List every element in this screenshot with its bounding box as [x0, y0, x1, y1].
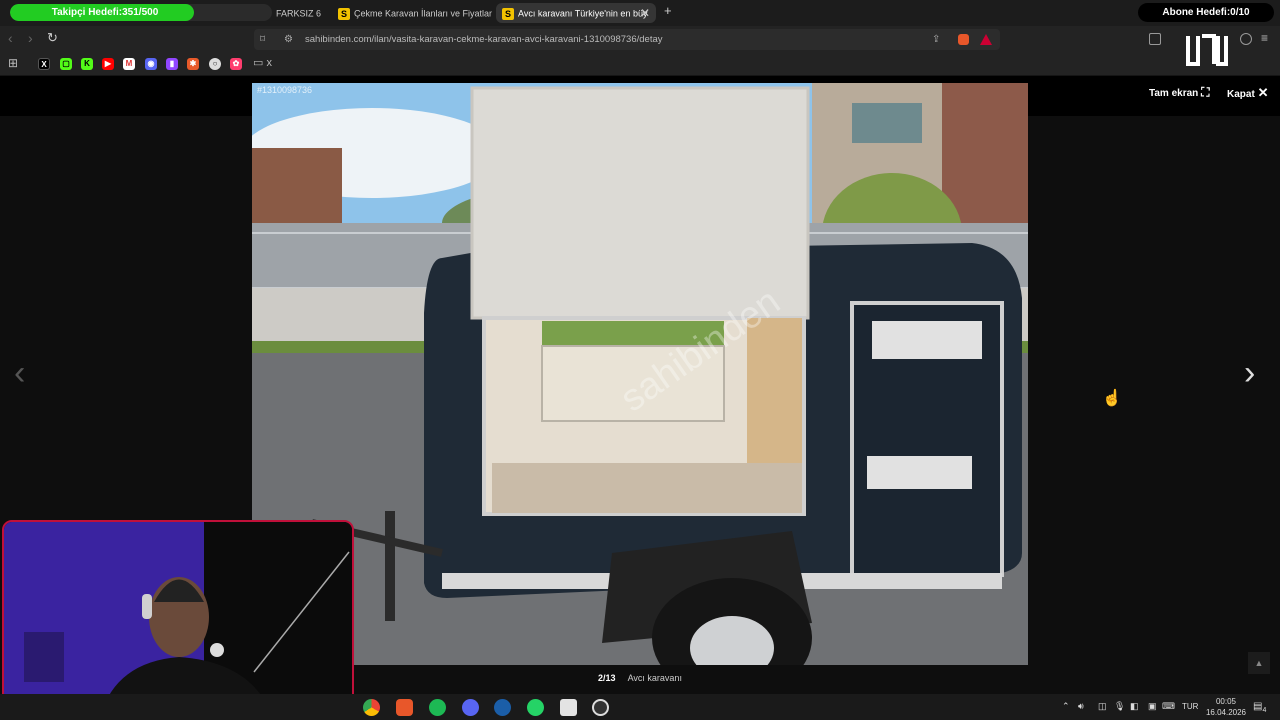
tab-label: FARKSIZ 6: [276, 8, 322, 19]
browser-toolbar: ‹ › ↻ ⌑ ⚙ sahibinden.com/ilan/vasita-kar…: [0, 26, 1280, 53]
tray-chevron-icon[interactable]: ⌃: [1062, 701, 1070, 712]
share-icon[interactable]: ⇪: [932, 29, 940, 50]
hand-cursor-icon: ☝: [1102, 390, 1122, 407]
close-icon: ✕: [1257, 85, 1269, 100]
notification-count: 4: [1262, 707, 1267, 714]
tab-bar: Takipçi Hedefi:351/500 FARKSIZ 6 S Çekme …: [0, 0, 1280, 26]
brave-rewards-icon[interactable]: [980, 34, 992, 45]
fullscreen-icon: ⛶: [1201, 85, 1210, 99]
menu-icon[interactable]: ≡: [1261, 31, 1268, 45]
follower-goal-text: Takipçi Hedefi:351/500: [51, 7, 159, 18]
discord-icon[interactable]: [462, 699, 479, 716]
close-viewer-button[interactable]: Kapat ✕: [1227, 85, 1268, 101]
chrome-icon[interactable]: [363, 699, 380, 716]
stream-logo-icon: [1186, 34, 1228, 66]
k-icon[interactable]: K: [81, 58, 93, 70]
listing-id: #1310098736: [257, 85, 313, 95]
taskbar: ⌃ 🔊︎ ◫ 🎙︎ ◧ ▣ ⌨ TUR 00:05 16.04.2026 ▤4: [0, 694, 1280, 720]
circle-icon[interactable]: ○: [209, 58, 221, 70]
s-favicon-icon: S: [338, 7, 350, 20]
previous-image-arrow-icon[interactable]: ‹: [14, 354, 25, 393]
webcam-image: [4, 522, 352, 716]
vpn-icon[interactable]: [1240, 33, 1252, 45]
scroll-top-icon[interactable]: ▲: [1248, 652, 1270, 674]
speaker-icon[interactable]: ◧: [1130, 701, 1139, 712]
fullscreen-label: Tam ekran: [1149, 88, 1199, 99]
tab-label: Avcı karavanı Türkiye'nin en büy: [518, 8, 648, 19]
clock-date: 16.04.2026: [1205, 708, 1247, 717]
sidebar-icon[interactable]: [1149, 33, 1161, 45]
gear-icon[interactable]: ✿: [230, 58, 242, 70]
listing-photo[interactable]: sahibinden #1310098736: [252, 83, 1028, 665]
clock-time: 00:05: [1215, 697, 1237, 706]
bookmark-icon[interactable]: ⌑: [260, 29, 265, 50]
forward-icon[interactable]: ›: [28, 30, 33, 46]
display-icon[interactable]: ▣: [1148, 701, 1157, 712]
address-bar[interactable]: ⌑ ⚙ sahibinden.com/ilan/vasita-karavan-c…: [254, 29, 1000, 50]
url-text: sahibinden.com/ilan/vasita-karavan-cekme…: [305, 34, 663, 45]
folder-icon[interactable]: ▭ x: [253, 56, 272, 69]
follower-goal-bar: Takipçi Hedefi:351/500: [10, 4, 272, 21]
network-icon[interactable]: ◫: [1098, 701, 1107, 712]
site-settings-icon[interactable]: ⚙: [284, 29, 293, 50]
clock[interactable]: 00:05 16.04.2026: [1200, 696, 1252, 718]
notification-icon[interactable]: ▤4: [1253, 701, 1266, 714]
new-tab-icon[interactable]: +: [664, 3, 672, 18]
tab-label: Çekme Karavan İlanları ve Fiyatları sa: [354, 8, 492, 19]
brave-shield-icon[interactable]: [958, 34, 969, 45]
close-label: Kapat: [1227, 89, 1255, 100]
tab-avci-karavani[interactable]: S Avcı karavanı Türkiye'nin en büy ✕: [496, 3, 656, 23]
apps-grid-icon[interactable]: ⊞: [8, 56, 18, 70]
bookmarks-bar: ⊞ X ▢ K ▶ M ◉ ▮ ✱ ○ ✿ ▭ x: [0, 53, 1280, 75]
reload-icon[interactable]: ↻: [47, 30, 58, 46]
gmail-icon[interactable]: M: [123, 58, 135, 70]
tab-close-icon[interactable]: ✕: [640, 3, 650, 23]
youtube-icon[interactable]: ▶: [102, 58, 114, 70]
webcam-overlay: [2, 520, 354, 718]
s-favicon-icon: S: [502, 7, 514, 20]
next-image-arrow-icon[interactable]: ›: [1244, 354, 1255, 393]
fullscreen-button[interactable]: Tam ekran ⛶: [1149, 85, 1209, 100]
brave-icon[interactable]: [396, 699, 413, 716]
discord-icon[interactable]: ◉: [145, 58, 157, 70]
subscriber-goal: Abone Hedefi:0/10: [1138, 3, 1274, 22]
x-icon[interactable]: X: [38, 58, 50, 70]
whatsapp-icon[interactable]: [527, 699, 544, 716]
file-icon[interactable]: [560, 699, 577, 716]
twitch-icon[interactable]: ▮: [166, 58, 178, 70]
steam-icon[interactable]: [494, 699, 511, 716]
back-icon[interactable]: ‹: [8, 30, 13, 46]
volume-icon[interactable]: 🔊︎: [1078, 701, 1084, 712]
mic-icon[interactable]: 🎙︎: [1114, 701, 1125, 712]
image-counter: 2/13: [598, 673, 616, 683]
spotify-icon[interactable]: [429, 699, 446, 716]
folder-label: x: [266, 57, 272, 69]
kick-icon[interactable]: ▢: [60, 58, 72, 70]
obs-icon[interactable]: [592, 699, 609, 716]
tab-farksiz[interactable]: FARKSIZ 6: [276, 3, 328, 23]
caravan-photo-image: sahibinden: [252, 83, 1028, 665]
language-indicator[interactable]: TUR: [1182, 702, 1198, 711]
keyboard-icon[interactable]: ⌨: [1162, 701, 1175, 712]
tab-cekme-karavan[interactable]: S Çekme Karavan İlanları ve Fiyatları sa: [332, 3, 492, 23]
caption-text: Avcı karavanı: [627, 673, 682, 683]
asterisk-icon[interactable]: ✱: [187, 58, 199, 70]
